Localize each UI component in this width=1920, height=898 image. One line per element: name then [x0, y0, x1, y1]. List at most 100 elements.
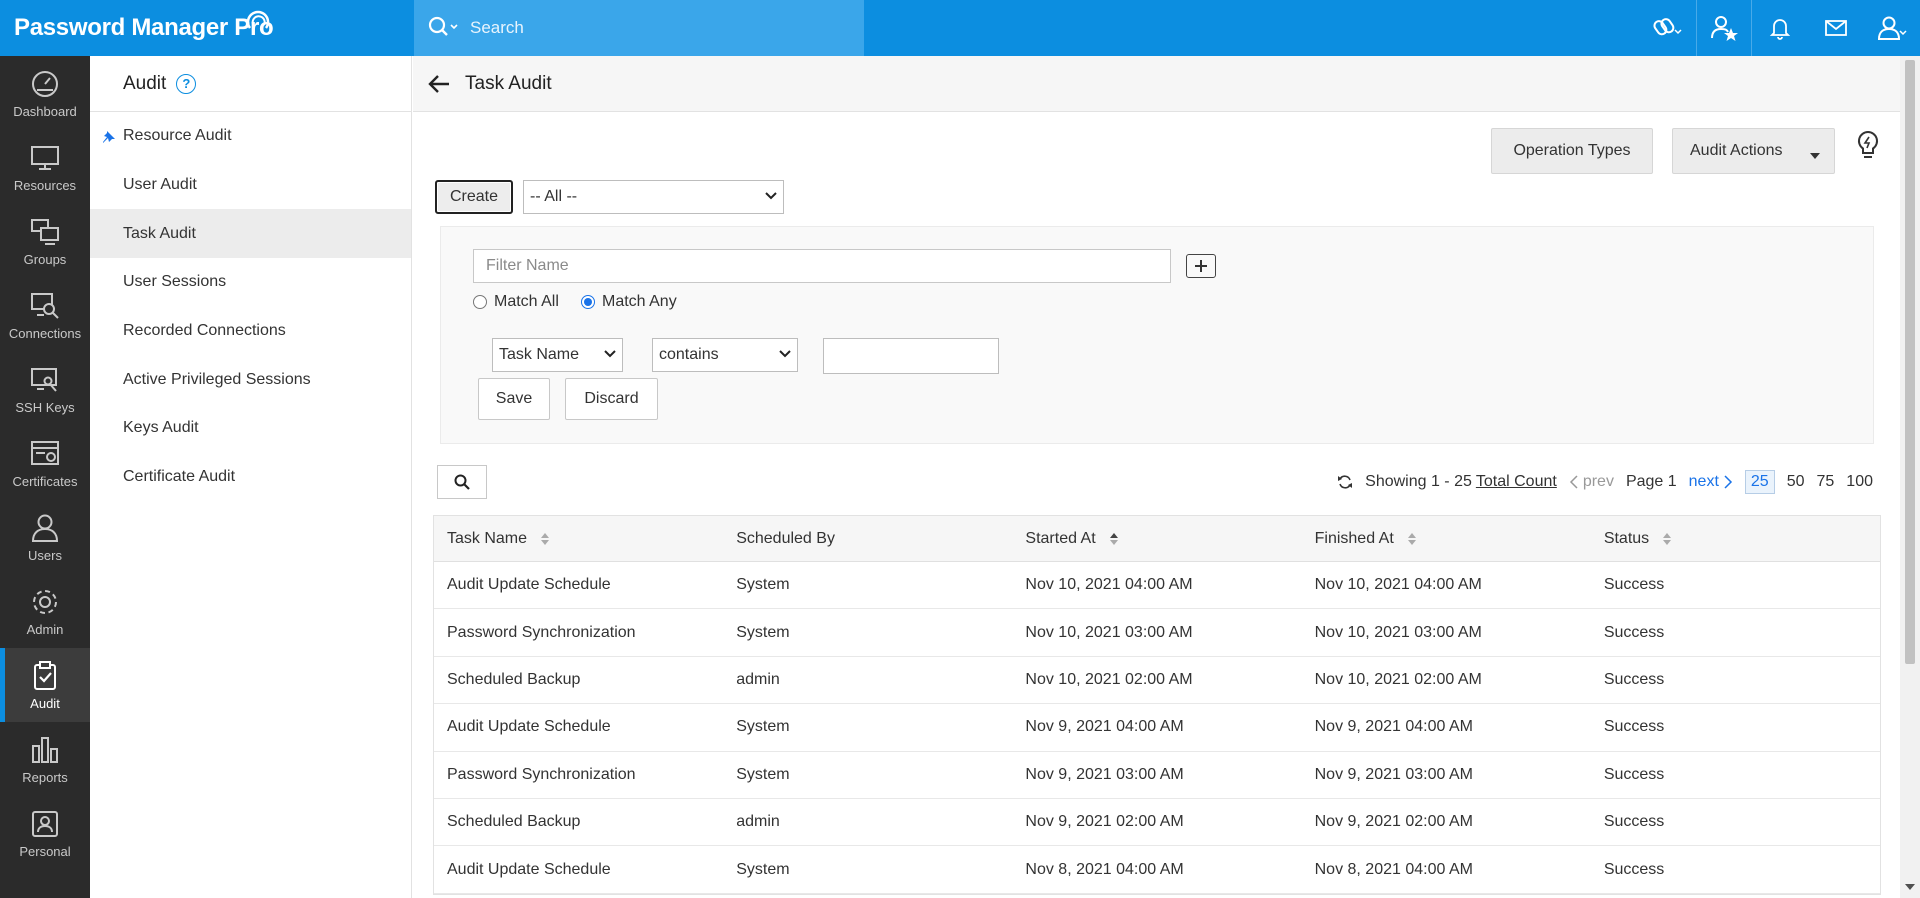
chevron-left-icon [1569, 475, 1578, 489]
nav-label: SSH Keys [15, 399, 75, 415]
cell-status: Success [1603, 623, 1665, 641]
page-scrollbar[interactable] [1900, 56, 1920, 898]
column-header-status[interactable]: Status [1591, 516, 1880, 561]
nav-dashboard[interactable]: Dashboard [0, 56, 90, 130]
cell-task-name: Scheduled Backup [447, 670, 581, 688]
page-size-75[interactable]: 75 [1817, 473, 1835, 491]
nav-ssh-keys[interactable]: SSH Keys [0, 352, 90, 426]
nav-certificates[interactable]: Certificates [0, 426, 90, 500]
bar-chart-icon [32, 736, 58, 763]
match-any-radio[interactable]: Match Any [581, 293, 677, 311]
create-button[interactable]: Create [435, 180, 513, 214]
match-all-radio[interactable]: Match All [473, 293, 559, 311]
next-page-button[interactable]: next [1689, 473, 1733, 491]
subnav-item-recorded-connections[interactable]: Recorded Connections [90, 307, 411, 356]
criteria-operator-value: contains [659, 346, 719, 363]
filter-select[interactable]: -- All -- [523, 180, 784, 214]
cell-scheduled-by: System [736, 576, 790, 594]
column-label: Scheduled By [736, 529, 835, 547]
cell-started-at: Nov 9, 2021 02:00 AM [1025, 813, 1184, 831]
criteria-operator-select[interactable]: contains [652, 338, 798, 372]
table-row[interactable]: Audit Update Schedule System Nov 8, 2021… [434, 846, 1880, 894]
messages-button[interactable] [1808, 0, 1864, 56]
filter-name-input[interactable] [473, 249, 1171, 283]
column-header-started-at[interactable]: Started At [1012, 516, 1301, 561]
search-input[interactable] [470, 12, 850, 44]
app-logo[interactable]: Password Manager Pro [14, 10, 414, 44]
nav-connections[interactable]: Connections [0, 278, 90, 352]
radio-on[interactable] [581, 295, 595, 309]
cell-finished-at: Nov 9, 2021 02:00 AM [1314, 813, 1473, 831]
criteria-value-input[interactable] [823, 338, 999, 374]
column-header-task-name[interactable]: Task Name [434, 516, 723, 561]
cell-task-name: Audit Update Schedule [447, 860, 611, 878]
criteria-field-select[interactable]: Task Name [492, 338, 623, 372]
help-icon[interactable]: ? [176, 73, 197, 94]
main-navigation: Dashboard Resources Groups Connections S… [0, 56, 90, 898]
filter-select-value: -- All -- [530, 188, 578, 205]
bell-icon [1769, 19, 1791, 40]
table-row[interactable]: Scheduled Backup admin Nov 9, 2021 02:00… [434, 798, 1880, 847]
discard-button[interactable]: Discard [565, 378, 658, 420]
radio-off[interactable] [473, 295, 487, 309]
table-row[interactable]: Audit Update Schedule System Nov 9, 2021… [434, 704, 1880, 752]
scrollbar-thumb[interactable] [1905, 60, 1915, 664]
lightbulb-icon[interactable] [1855, 130, 1881, 162]
column-header-finished-at[interactable]: Finished At [1302, 516, 1591, 561]
monitor-icon [31, 145, 59, 170]
page-size-25[interactable]: 25 [1744, 470, 1775, 494]
subnav-item-user-audit[interactable]: User Audit [90, 161, 411, 210]
link-menu-button[interactable] [1640, 0, 1696, 56]
match-any-label: Match Any [602, 293, 677, 310]
add-filter-button[interactable] [1186, 254, 1216, 278]
chain-link-icon [1653, 18, 1682, 36]
subnav-item-active-privileged-sessions[interactable]: Active Privileged Sessions [90, 355, 411, 404]
favorites-user-button[interactable] [1696, 0, 1752, 56]
subnav-item-certificate-audit[interactable]: Certificate Audit [90, 453, 411, 502]
table-row[interactable]: Password Synchronization System Nov 10, … [434, 609, 1880, 657]
cell-finished-at: Nov 10, 2021 02:00 AM [1314, 670, 1482, 688]
table-row[interactable]: Password Synchronization System Nov 9, 2… [434, 751, 1880, 799]
personal-icon [32, 810, 58, 837]
nav-resources[interactable]: Resources [0, 130, 90, 204]
search-icon[interactable] [426, 14, 460, 42]
save-label: Save [495, 390, 533, 407]
total-count-link[interactable]: Total Count [1476, 473, 1557, 490]
operation-types-button[interactable]: Operation Types [1491, 128, 1653, 174]
cell-task-name: Password Synchronization [447, 765, 636, 783]
page-header: Task Audit [413, 56, 1900, 112]
subnav-item-user-sessions[interactable]: User Sessions [90, 258, 411, 307]
nav-users[interactable]: Users [0, 500, 90, 574]
column-header-scheduled-by: Scheduled By [723, 516, 1012, 561]
cell-task-name: Audit Update Schedule [447, 718, 611, 736]
save-button[interactable]: Save [478, 378, 550, 420]
back-arrow-icon[interactable] [427, 74, 451, 94]
page-size-100[interactable]: 100 [1846, 473, 1873, 491]
cell-started-at: Nov 9, 2021 03:00 AM [1025, 765, 1184, 783]
nav-audit[interactable]: Audit [0, 648, 90, 722]
cell-status: Success [1603, 860, 1665, 878]
refresh-icon[interactable] [1337, 474, 1353, 490]
subnav-item-keys-audit[interactable]: Keys Audit [90, 404, 411, 453]
profile-button[interactable] [1864, 0, 1920, 56]
scroll-down-arrow-icon[interactable] [1905, 884, 1915, 890]
table-row[interactable]: Audit Update Schedule System Nov 10, 202… [434, 562, 1880, 610]
nav-personal[interactable]: Personal [0, 796, 90, 870]
nav-groups[interactable]: Groups [0, 204, 90, 278]
match-all-label: Match All [494, 293, 559, 310]
subnav-item-resource-audit[interactable]: Resource Audit [90, 112, 411, 161]
prev-page-button[interactable]: prev [1569, 473, 1614, 491]
caret-down-icon [1810, 153, 1820, 159]
cell-status: Success [1603, 765, 1665, 783]
table-search-button[interactable] [437, 465, 487, 499]
notifications-button[interactable] [1752, 0, 1808, 56]
nav-admin[interactable]: Admin [0, 574, 90, 648]
gear-icon [33, 589, 57, 614]
pin-icon[interactable] [102, 130, 116, 144]
nav-reports[interactable]: Reports [0, 722, 90, 796]
table-row[interactable]: Scheduled Backup admin Nov 10, 2021 02:0… [434, 656, 1880, 705]
subnav-item-task-audit[interactable]: Task Audit [90, 209, 411, 259]
nav-label: Audit [30, 695, 60, 711]
page-size-50[interactable]: 50 [1787, 473, 1805, 491]
audit-actions-button[interactable]: Audit Actions [1672, 128, 1835, 174]
